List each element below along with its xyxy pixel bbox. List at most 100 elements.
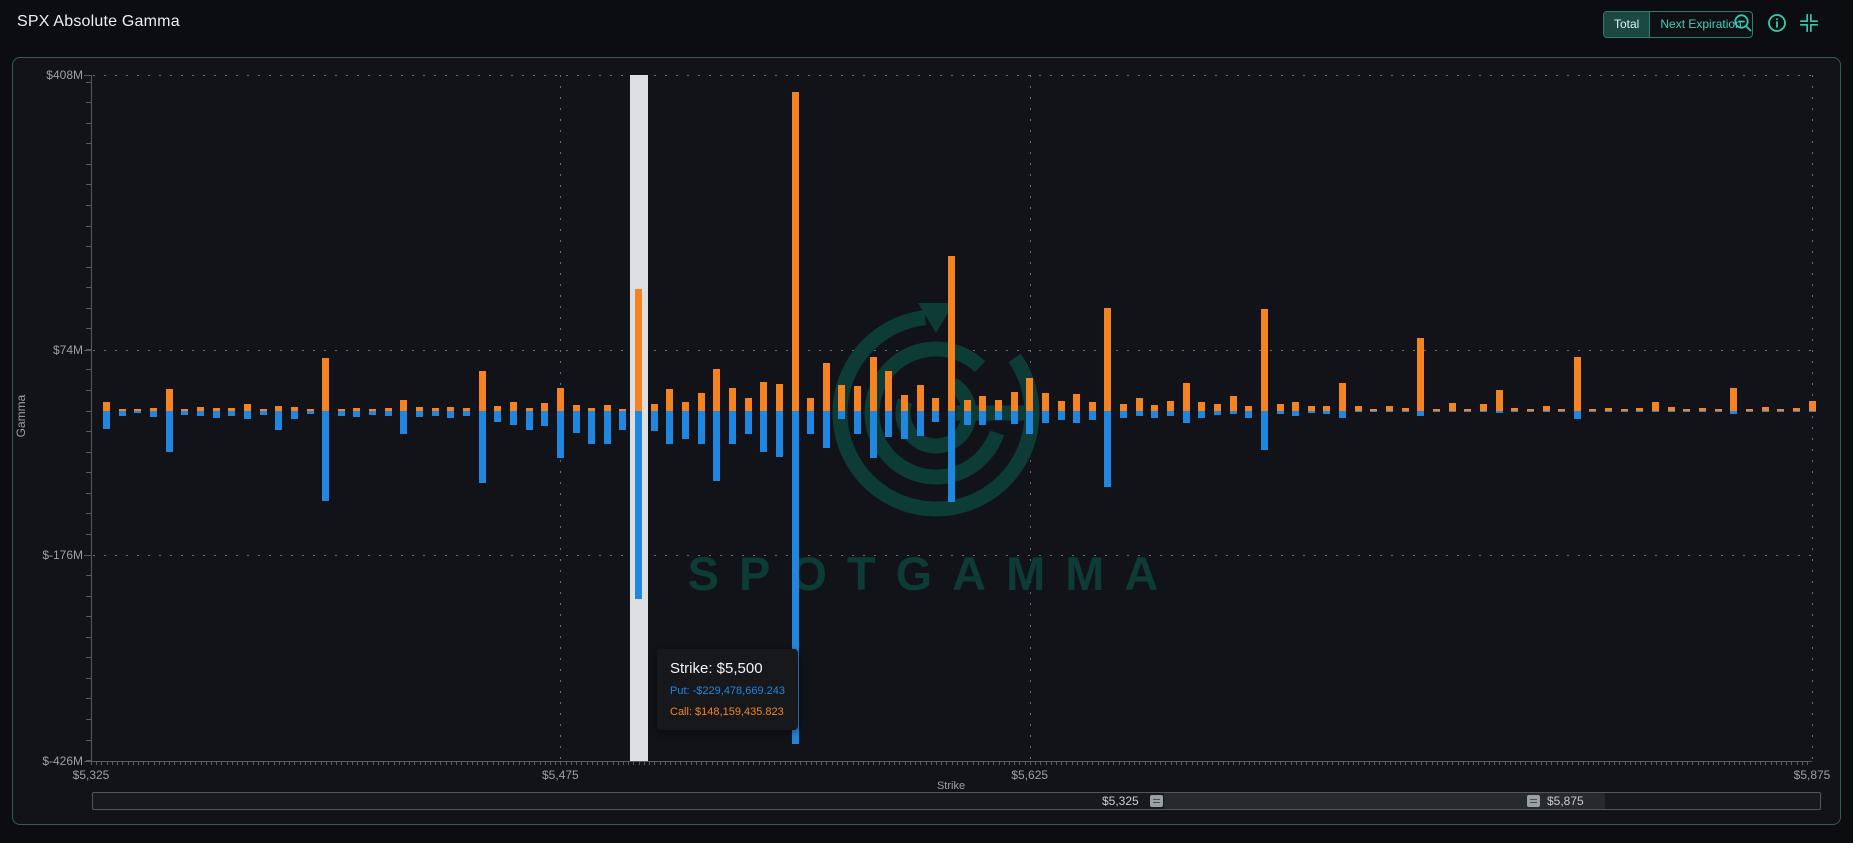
gamma-bar-call[interactable] xyxy=(1277,404,1284,411)
gamma-bar-call[interactable] xyxy=(823,363,830,411)
gamma-bar-put[interactable] xyxy=(745,411,752,435)
gamma-bar-call[interactable] xyxy=(760,382,767,411)
gamma-bar-put[interactable] xyxy=(197,411,204,416)
gamma-bar-put[interactable] xyxy=(1370,411,1377,413)
gamma-bar-put[interactable] xyxy=(1402,411,1409,413)
gamma-bar-put[interactable] xyxy=(807,411,814,434)
gamma-bar-call[interactable] xyxy=(932,398,939,410)
gamma-bar-put[interactable] xyxy=(291,411,298,419)
gamma-bar-call[interactable] xyxy=(729,388,736,410)
gamma-bar-call[interactable] xyxy=(1011,392,1018,411)
gamma-bar-call[interactable] xyxy=(698,393,705,411)
gamma-bar-put[interactable] xyxy=(213,411,220,418)
gamma-bar-call[interactable] xyxy=(557,388,564,410)
gamma-bar-call[interactable] xyxy=(1089,402,1096,410)
gamma-bar-call[interactable] xyxy=(1261,309,1268,410)
gamma-bar-call[interactable] xyxy=(745,398,752,410)
gamma-bar-call[interactable] xyxy=(1073,394,1080,410)
gamma-bar-put[interactable] xyxy=(1621,411,1628,413)
gamma-bar-put[interactable] xyxy=(1762,411,1769,413)
gamma-bar-call[interactable] xyxy=(1480,404,1487,411)
gamma-bar-put[interactable] xyxy=(1668,411,1675,413)
gamma-bar-call[interactable] xyxy=(1136,398,1143,410)
gamma-bar-put[interactable] xyxy=(1574,411,1581,419)
gamma-bar-put[interactable] xyxy=(1058,411,1065,420)
gamma-bar-put[interactable] xyxy=(823,411,830,448)
gamma-bar-put[interactable] xyxy=(1308,411,1315,413)
gamma-bar-call[interactable] xyxy=(713,369,720,410)
gamma-bar-put[interactable] xyxy=(713,411,720,481)
gamma-bar-put[interactable] xyxy=(1104,411,1111,487)
gamma-bar-put[interactable] xyxy=(1089,411,1096,420)
strike-range-slider[interactable]: $5,325 $5,875 xyxy=(92,792,1821,810)
gamma-bar-put[interactable] xyxy=(181,411,188,415)
gamma-bar-put[interactable] xyxy=(635,411,642,600)
gamma-bar-call[interactable] xyxy=(901,395,908,411)
gamma-bar-call[interactable] xyxy=(322,358,329,411)
gamma-bar-put[interactable] xyxy=(1120,411,1127,418)
gamma-bar-put[interactable] xyxy=(1183,411,1190,423)
gamma-bar-put[interactable] xyxy=(917,411,924,436)
gamma-bar-put[interactable] xyxy=(1230,411,1237,414)
gamma-bar-put[interactable] xyxy=(604,411,611,445)
gamma-chart[interactable]: SPOTGAMMA Gamma Strike Strike: $5,500 Pu… xyxy=(13,58,1842,826)
gamma-bar-put[interactable] xyxy=(698,411,705,445)
gamma-bar-put[interactable] xyxy=(1073,411,1080,423)
gamma-bar-call[interactable] xyxy=(948,256,955,411)
gamma-bar-put[interactable] xyxy=(1261,411,1268,450)
gamma-bar-call[interactable] xyxy=(103,402,110,410)
gamma-bar-put[interactable] xyxy=(948,411,955,502)
gamma-bar-put[interactable] xyxy=(260,411,267,415)
gamma-bar-put[interactable] xyxy=(119,411,126,416)
gamma-bar-call[interactable] xyxy=(870,357,877,410)
gamma-bar-call[interactable] xyxy=(1183,383,1190,410)
gamma-bar-put[interactable] xyxy=(1026,411,1033,435)
gamma-bar-put[interactable] xyxy=(150,411,157,418)
gamma-bar-put[interactable] xyxy=(1480,411,1487,413)
gamma-bar-put[interactable] xyxy=(228,411,235,416)
gamma-bar-call[interactable] xyxy=(964,400,971,411)
gamma-bar-call[interactable] xyxy=(917,385,924,410)
gamma-bar-call[interactable] xyxy=(792,92,799,410)
gamma-bar-call[interactable] xyxy=(1042,393,1049,411)
gamma-bar-put[interactable] xyxy=(510,411,517,426)
gamma-bar-put[interactable] xyxy=(447,411,454,418)
gamma-bar-put[interactable] xyxy=(1449,411,1456,413)
gamma-bar-put[interactable] xyxy=(400,411,407,435)
gamma-bar-put[interactable] xyxy=(1699,411,1706,413)
gamma-bar-call[interactable] xyxy=(1449,403,1456,410)
gamma-bar-put[interactable] xyxy=(901,411,908,439)
gamma-bar-call[interactable] xyxy=(166,389,173,410)
gamma-bar-put[interactable] xyxy=(1214,411,1221,415)
collapse-icon[interactable] xyxy=(1797,11,1821,35)
gamma-bar-call[interactable] xyxy=(1417,338,1424,410)
gamma-bar-put[interactable] xyxy=(838,411,845,419)
gamma-bar-put[interactable] xyxy=(1386,411,1393,413)
gamma-bar-put[interactable] xyxy=(494,411,501,423)
gamma-bar-put[interactable] xyxy=(1589,411,1596,413)
gamma-bar-put[interactable] xyxy=(995,411,1002,420)
gamma-bar-put[interactable] xyxy=(1136,411,1143,416)
zoom-out-icon[interactable] xyxy=(1731,11,1755,35)
gamma-bar-put[interactable] xyxy=(1011,411,1018,424)
gamma-bar-put[interactable] xyxy=(244,411,251,419)
gamma-bar-put[interactable] xyxy=(307,411,314,414)
gamma-bar-put[interactable] xyxy=(1777,411,1784,413)
gamma-bar-put[interactable] xyxy=(1245,411,1252,418)
gamma-bar-put[interactable] xyxy=(385,411,392,417)
gamma-bar-call[interactable] xyxy=(1230,396,1237,411)
gamma-bar-put[interactable] xyxy=(322,411,329,501)
gamma-bar-call[interactable] xyxy=(1104,308,1111,411)
gamma-bar-put[interactable] xyxy=(526,411,533,430)
gamma-bar-call[interactable] xyxy=(1496,390,1503,411)
gamma-bar-put[interactable] xyxy=(885,411,892,437)
gamma-bar-put[interactable] xyxy=(432,411,439,417)
gamma-bar-put[interactable] xyxy=(1715,411,1722,413)
gamma-bar-call[interactable] xyxy=(1214,404,1221,411)
gamma-bar-put[interactable] xyxy=(338,411,345,416)
gamma-bar-call[interactable] xyxy=(682,402,689,411)
gamma-bar-call[interactable] xyxy=(776,384,783,410)
gamma-bar-put[interactable] xyxy=(964,411,971,425)
gamma-bar-put[interactable] xyxy=(369,411,376,415)
gamma-bar-put[interactable] xyxy=(776,411,783,458)
